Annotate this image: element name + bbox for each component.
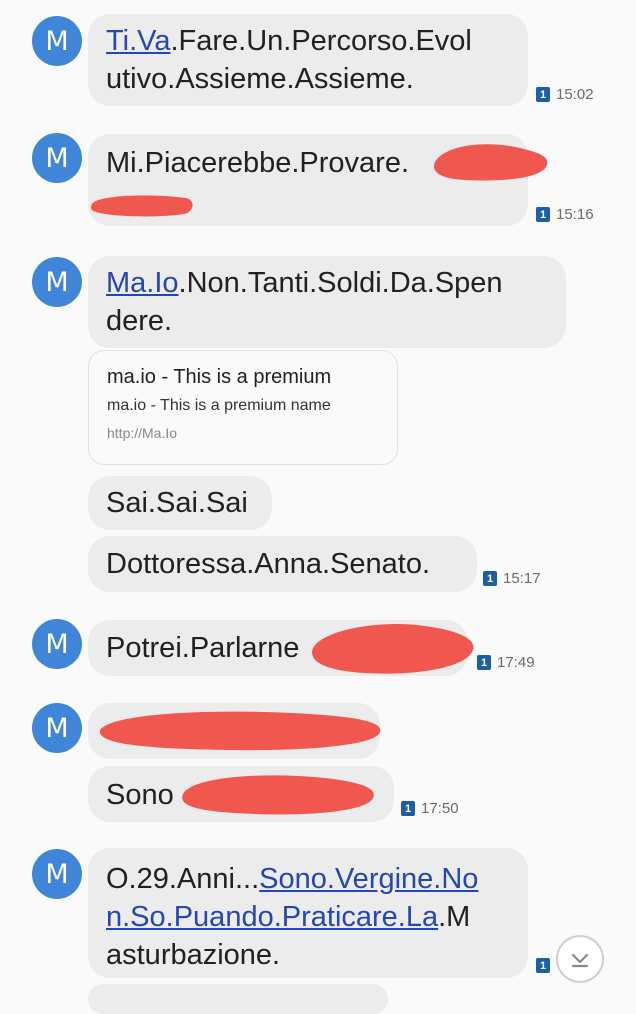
chevron-down-icon: [571, 953, 589, 968]
avatar[interactable]: M: [32, 257, 82, 307]
message-line: O.29.Anni...Sono.Vergine.No: [106, 860, 510, 898]
avatar[interactable]: M: [32, 849, 82, 899]
message-bubble[interactable]: Sono: [88, 766, 394, 822]
sim-badge: 1: [536, 958, 550, 973]
message-meta: 1 15:02: [536, 86, 594, 103]
sim-badge: 1: [483, 571, 497, 586]
scroll-to-bottom-button[interactable]: [556, 935, 604, 983]
message-line: Sono: [106, 779, 174, 811]
sim-badge: 1: [401, 801, 415, 816]
message-text: .Fare.Un.Percorso.Evol: [170, 25, 472, 57]
sim-badge: 1: [536, 87, 550, 102]
message-bubble[interactable]: O.29.Anni...Sono.Vergine.No n.So.Puando.…: [88, 848, 528, 978]
message-line: asturbazione.: [106, 939, 281, 971]
link-preview-description: ma.io - This is a premium name: [107, 397, 331, 414]
timestamp: 15:02: [556, 86, 594, 103]
sim-badge: 1: [477, 655, 491, 670]
message-link[interactable]: Ma.Io: [106, 267, 179, 299]
avatar[interactable]: M: [32, 619, 82, 669]
message-meta: 1: [536, 958, 550, 973]
message-line: Ti.Va.Fare.Un.Percorso.Evol: [106, 22, 510, 60]
sim-badge: 1: [536, 207, 550, 222]
message-text: .Non.Tanti.Soldi.Da.Spen: [178, 267, 503, 299]
message-bubble[interactable]: [88, 703, 380, 759]
message-bubble[interactable]: Ma.Io.Non.Tanti.Soldi.Da.Spen dere.: [88, 256, 566, 348]
message-text: O.29.Anni...: [106, 863, 260, 895]
message-line: Potrei.Parlarne: [106, 632, 300, 664]
message-line: n.So.Puando.Praticare.La.M: [106, 898, 510, 936]
avatar[interactable]: M: [32, 16, 82, 66]
timestamp: 17:49: [497, 654, 535, 671]
message-link[interactable]: n.So.Puando.Praticare.La: [106, 901, 438, 933]
message-line: utivo.Assieme.Assieme.: [106, 63, 414, 95]
message-bubble[interactable]: Potrei.Parlarne: [88, 620, 468, 676]
avatar[interactable]: M: [32, 133, 82, 183]
message-bubble[interactable]: Dottoressa.Anna.Senato.: [88, 536, 477, 592]
message-link[interactable]: Sono.Vergine.No: [259, 863, 478, 895]
link-preview-title: ma.io - This is a premium: [107, 366, 332, 388]
message-meta: 1 17:50: [401, 800, 459, 817]
message-meta: 1 15:16: [536, 206, 594, 223]
message-link[interactable]: Ti.Va: [106, 25, 170, 57]
message-line: Ma.Io.Non.Tanti.Soldi.Da.Spen: [106, 264, 548, 302]
avatar[interactable]: M: [32, 703, 82, 753]
message-text: .M: [438, 901, 471, 933]
message-bubble[interactable]: Mi.Piacerebbe.Provare.: [88, 134, 528, 226]
message-meta: 1 15:17: [483, 570, 541, 587]
timestamp: 15:17: [503, 570, 541, 587]
message-line: dere.: [106, 305, 173, 337]
timestamp: 15:16: [556, 206, 594, 223]
message-bubble[interactable]: Ti.Va.Fare.Un.Percorso.Evol utivo.Assiem…: [88, 14, 528, 106]
timestamp: 17:50: [421, 800, 459, 817]
message-line: Dottoressa.Anna.Senato.: [106, 548, 431, 580]
message-bubble[interactable]: Sai.Sai.Sai: [88, 476, 272, 530]
link-preview-card[interactable]: ma.io - This is a premium ma.io - This i…: [88, 350, 398, 465]
message-line: Mi.Piacerebbe.Provare.: [106, 147, 410, 179]
link-preview-url: http://Ma.Io: [107, 425, 178, 441]
message-line: Sai.Sai.Sai: [106, 487, 248, 519]
message-meta: 1 17:49: [477, 654, 535, 671]
message-bubble[interactable]: [88, 984, 388, 1014]
